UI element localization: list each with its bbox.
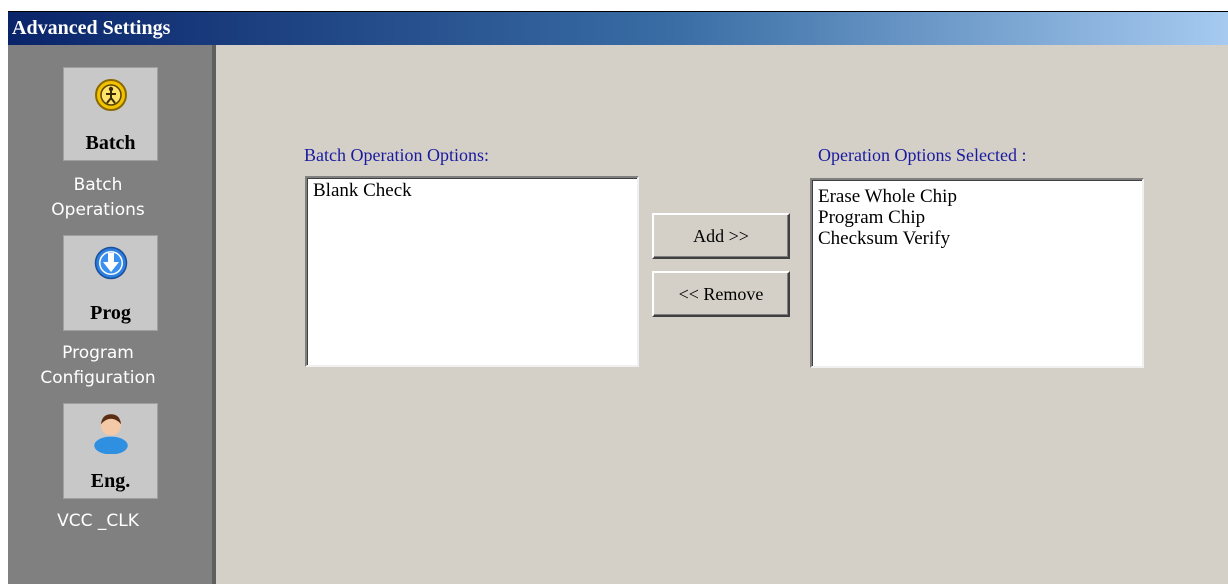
- sidebar-item-batch[interactable]: Batch Batch Operations: [8, 67, 212, 232]
- batch-tile[interactable]: Batch: [63, 67, 158, 161]
- batch-icon: [95, 79, 127, 111]
- prog-code-label: Prog: [90, 302, 131, 324]
- sidebar-item-prog[interactable]: Prog Program Configuration: [8, 235, 212, 400]
- list-item[interactable]: Erase Whole Chip: [818, 186, 1136, 207]
- selected-options-label: Operation Options Selected :: [818, 145, 1027, 165]
- available-options-label: Batch Operation Options:: [304, 145, 489, 165]
- list-item[interactable]: Blank Check: [313, 180, 631, 201]
- remove-button[interactable]: << Remove: [652, 271, 790, 317]
- download-arrow-icon: [94, 246, 128, 280]
- batch-code-label: Batch: [85, 132, 136, 154]
- eng-code-label: Eng.: [90, 470, 131, 492]
- batch-caption-line1: Batch: [73, 175, 123, 195]
- eng-caption-line1: VCC _CLK: [57, 511, 139, 531]
- selected-options-list[interactable]: Erase Whole Chip Program Chip Checksum V…: [810, 178, 1144, 368]
- advanced-settings-window: Advanced Settings Batch Batch Operations: [8, 11, 1228, 584]
- title-bar: Advanced Settings: [8, 11, 1228, 45]
- window-title: Advanced Settings: [12, 17, 171, 39]
- prog-caption-line2: Configuration: [40, 368, 156, 388]
- sidebar: Batch Batch Operations Prog Program Conf…: [8, 45, 212, 584]
- list-item[interactable]: Checksum Verify: [818, 228, 1136, 249]
- batch-caption-line2: Operations: [51, 200, 145, 220]
- eng-tile[interactable]: Eng.: [63, 403, 158, 499]
- prog-tile[interactable]: Prog: [63, 235, 158, 331]
- list-item[interactable]: Program Chip: [818, 207, 1136, 228]
- main-content: Batch Operation Options: Blank Check Add…: [216, 45, 1228, 584]
- prog-caption-line1: Program: [62, 343, 134, 363]
- sidebar-item-eng[interactable]: Eng. VCC _CLK: [8, 403, 212, 543]
- add-button[interactable]: Add >>: [652, 213, 790, 259]
- engineer-person-icon: [94, 414, 128, 454]
- available-options-list[interactable]: Blank Check: [305, 176, 639, 367]
